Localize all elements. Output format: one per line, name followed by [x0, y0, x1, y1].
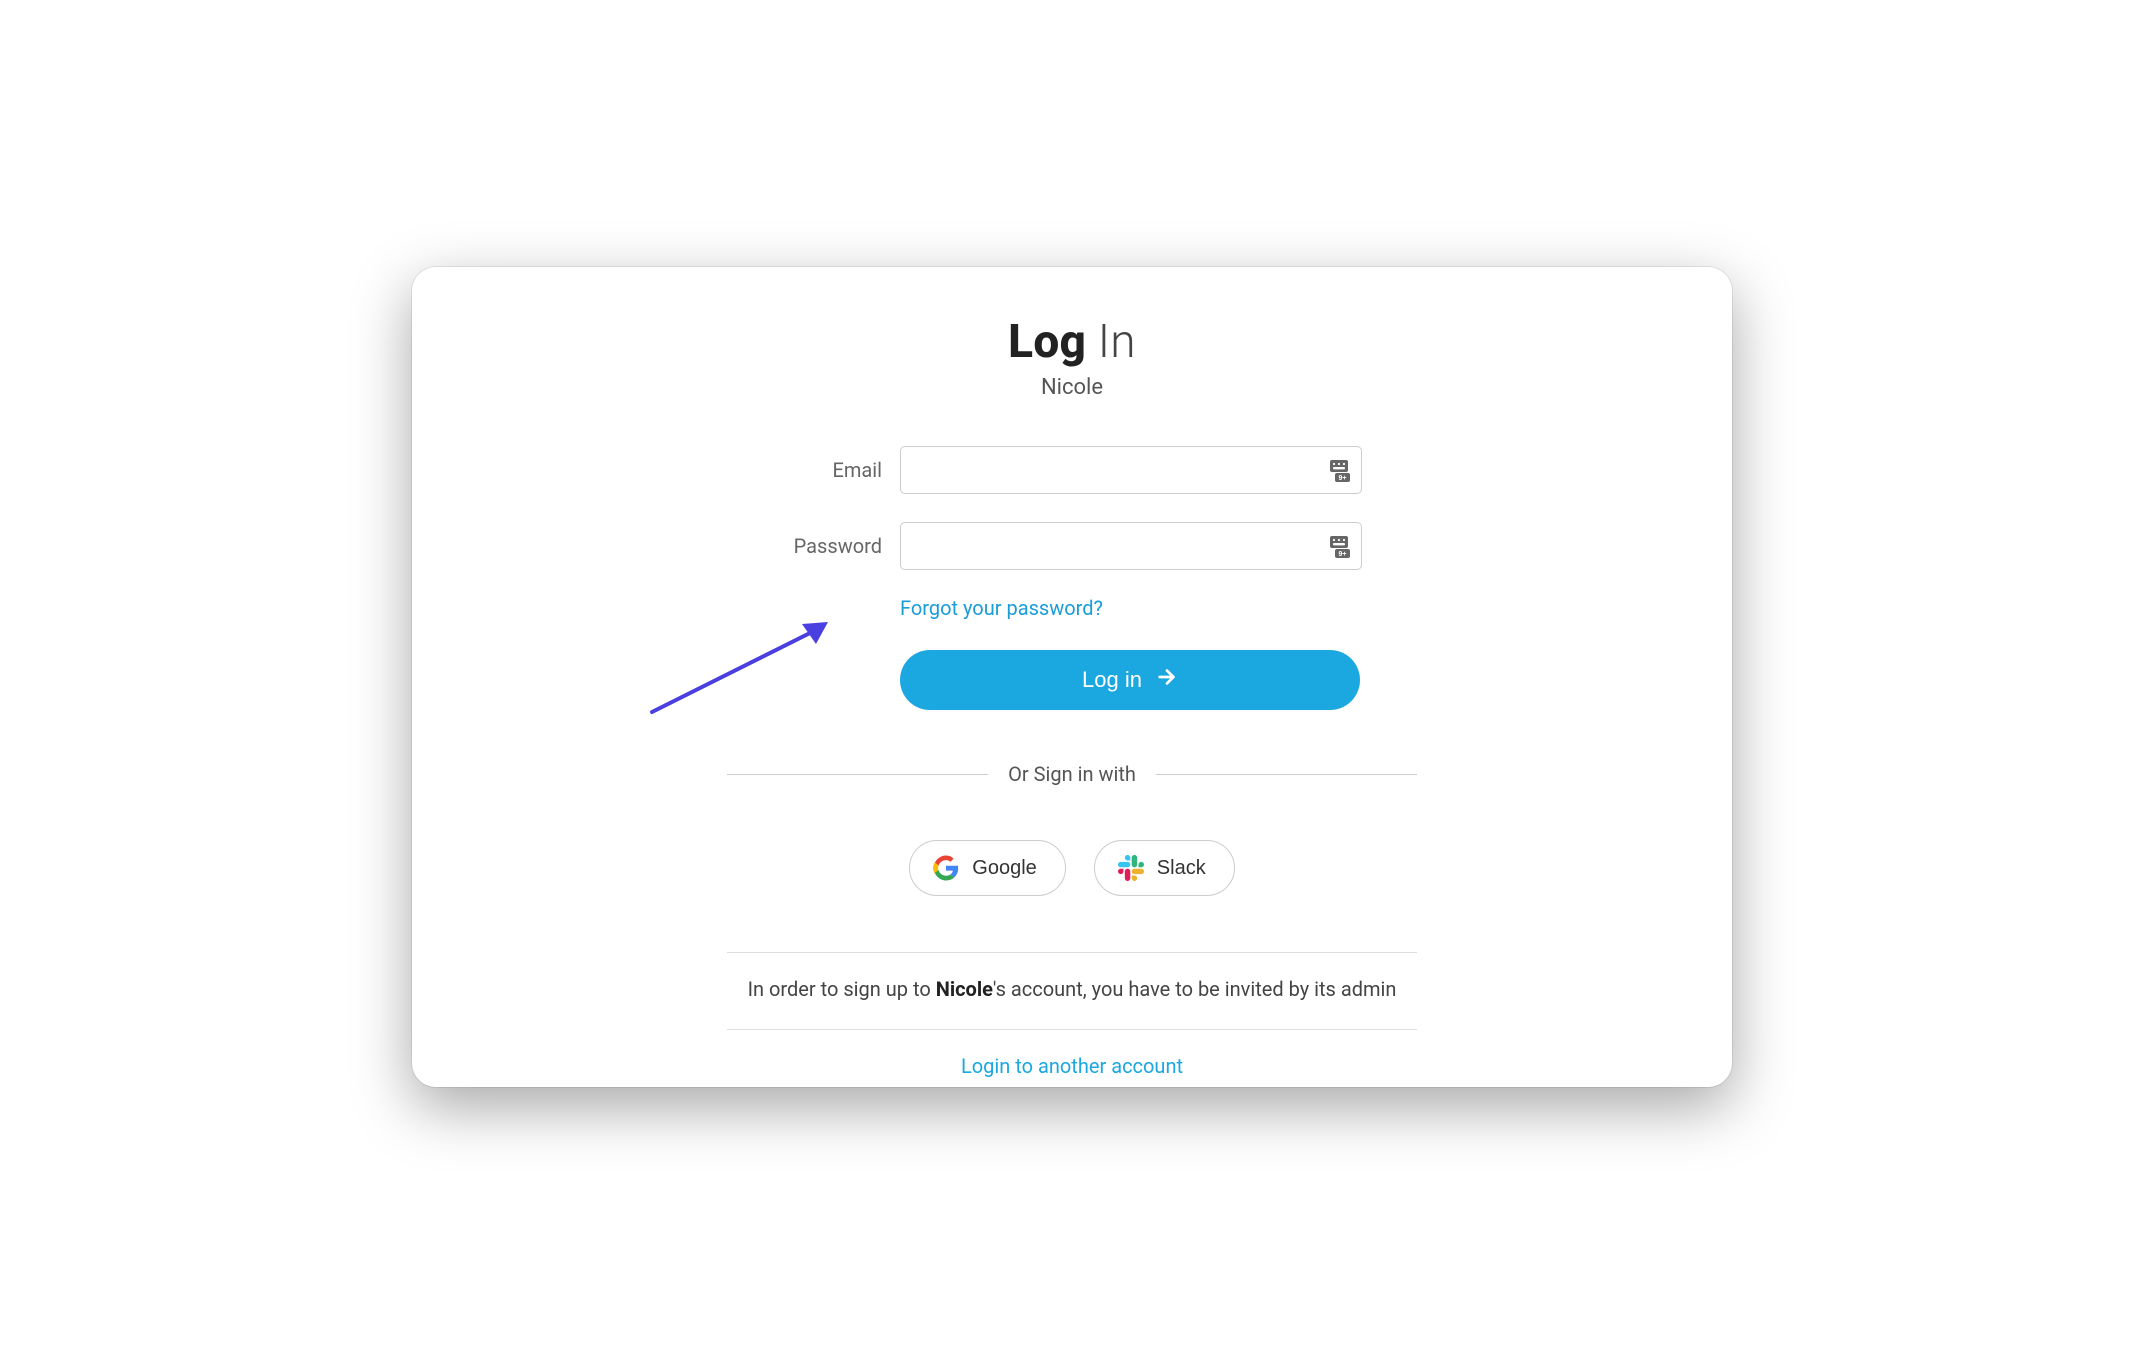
separator-1: [727, 952, 1417, 953]
invite-text: In order to sign up to Nicole's account,…: [727, 977, 1417, 1001]
login-another-account-link[interactable]: Login to another account: [961, 1054, 1183, 1078]
divider-line-left: [727, 774, 988, 775]
password-manager-icon[interactable]: 9+: [1326, 533, 1352, 559]
login-form: Email 9+: [782, 446, 1362, 710]
separator-2: [727, 1029, 1417, 1030]
email-field[interactable]: [900, 446, 1362, 494]
forgot-password-link[interactable]: Forgot your password?: [900, 596, 1103, 620]
title-light: In: [1086, 315, 1136, 369]
invite-prefix: In order to sign up to: [748, 977, 936, 1001]
email-label: Email: [782, 458, 882, 482]
svg-text:9+: 9+: [1339, 551, 1347, 558]
password-row: Password 9+: [782, 522, 1362, 570]
login-card: Log In Nicole Email 9: [412, 267, 1732, 1087]
sso-row: Google Slack: [909, 840, 1234, 896]
google-sso-button[interactable]: Google: [909, 840, 1066, 896]
invite-account-name: Nicole: [936, 977, 993, 1001]
login-button[interactable]: Log in: [900, 650, 1360, 710]
slack-icon: [1117, 854, 1145, 882]
divider-line-right: [1156, 774, 1417, 775]
login-button-label: Log in: [1082, 667, 1142, 693]
email-row: Email 9+: [782, 446, 1362, 494]
invite-suffix: 's account, you have to be invited by it…: [993, 977, 1397, 1001]
password-field[interactable]: [900, 522, 1362, 570]
slack-sso-button[interactable]: Slack: [1094, 840, 1235, 896]
google-icon: [932, 854, 960, 882]
svg-text:9+: 9+: [1339, 475, 1347, 482]
sso-divider: Or Sign in with: [727, 762, 1417, 786]
arrow-right-icon: [1156, 666, 1178, 694]
slack-sso-label: Slack: [1157, 857, 1206, 880]
account-name: Nicole: [1041, 375, 1103, 400]
email-input-wrap: 9+: [900, 446, 1362, 494]
password-input-wrap: 9+: [900, 522, 1362, 570]
google-sso-label: Google: [972, 857, 1037, 880]
password-manager-icon[interactable]: 9+: [1326, 457, 1352, 483]
login-inner: Log In Nicole Email 9: [412, 315, 1732, 1078]
page-title: Log In: [1008, 315, 1136, 369]
forgot-row: Forgot your password?: [900, 596, 1362, 620]
divider-text: Or Sign in with: [1008, 762, 1136, 786]
title-bold: Log: [1008, 315, 1086, 369]
password-label: Password: [782, 534, 882, 558]
